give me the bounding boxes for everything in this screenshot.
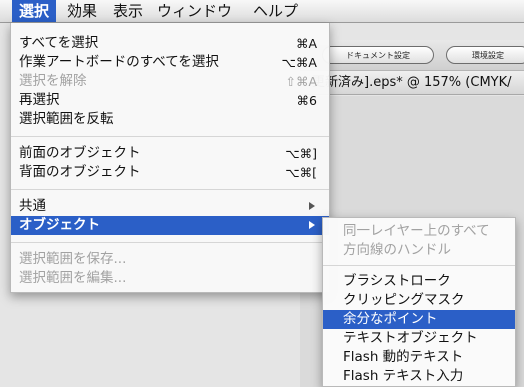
object-submenu: 同一レイヤー上のすべて 方向線のハンドル ブラシストローク クリッピングマスク … [322,217,516,387]
submenu-item-direction-handles: 方向線のハンドル [323,241,515,260]
menu-separator [11,189,329,190]
menu-item-label: 作業アートボードのすべてを選択 [19,54,219,70]
submenu-item-all-on-same-layer: 同一レイヤー上のすべて [323,222,515,241]
menu-item-reselect[interactable]: 再選択 ⌘6 [11,91,329,110]
menu-item-next-object-above[interactable]: 前面のオブジェクト ⌥⌘] [11,144,329,163]
menu-item-label: 再選択 [19,92,60,108]
submenu-item-label: 余分なポイント [343,311,438,327]
menu-item-deselect: 選択を解除 ⇧⌘A [11,72,329,91]
menu-item-edit-selection: 選択範囲を編集... [11,269,329,288]
menu-item-label: 選択範囲を保存... [19,251,127,267]
document-tab[interactable]: 更新済み].eps* @ 157% (CMYK/ [300,71,524,95]
menu-item-same[interactable]: 共通 [11,197,329,216]
submenu-item-label: ブラシストローク [343,273,451,289]
select-menu-dropdown: すべてを選択 ⌘A 作業アートボードのすべてを選択 ⌥⌘A 選択を解除 ⇧⌘A … [10,23,330,293]
menu-item-label: オブジェクト [19,217,100,233]
submenu-item-label: Flash 動的テキスト [343,349,464,365]
menu-item-label: すべてを選択 [19,35,99,51]
menu-item-shortcut: ⌥⌘A [281,55,317,70]
menu-bar: 選択 効果 表示 ウィンドウ ヘルプ [0,0,524,23]
menu-item-select-all-artboard[interactable]: 作業アートボードのすべてを選択 ⌥⌘A [11,53,329,72]
menu-item-label: 共通 [19,198,46,214]
menu-item-shortcut: ⌥⌘] [285,146,317,161]
document-tab-title: 更新済み].eps* @ 157% (CMYK/ [312,75,512,90]
submenu-item-brush-strokes[interactable]: ブラシストローク [323,272,515,291]
submenu-arrow-icon [309,202,315,210]
menu-item-select-all[interactable]: すべてを選択 ⌘A [11,34,329,53]
menu-effect[interactable]: 効果 [60,0,104,22]
submenu-item-text-objects[interactable]: テキストオブジェクト [323,329,515,348]
menu-separator [11,136,329,137]
submenu-item-label: テキストオブジェクト [343,330,478,346]
submenu-arrow-icon [309,221,315,229]
menu-view[interactable]: 表示 [106,0,150,22]
menu-separator [11,242,329,243]
menu-item-label: 選択範囲を編集... [19,270,127,286]
menu-item-label: 選択範囲を反転 [19,111,114,127]
submenu-item-flash-input-text[interactable]: Flash テキスト入力 [323,367,515,386]
document-settings-button[interactable]: ドキュメント設定 [322,46,434,64]
control-toolbar: ドキュメント設定 環境設定 [300,40,524,71]
submenu-item-label: クリッピングマスク [343,292,465,308]
preferences-button[interactable]: 環境設定 [446,46,524,64]
menu-item-shortcut: ⌥⌘[ [285,165,317,180]
menu-item-shortcut: ⌘6 [296,93,317,108]
submenu-item-label: Flash テキスト入力 [343,368,464,384]
menu-separator [323,265,515,266]
menu-item-label: 背面のオブジェクト [19,164,141,180]
menu-item-label: 選択を解除 [19,73,87,89]
menu-item-shortcut: ⇧⌘A [285,74,317,89]
submenu-item-stray-points[interactable]: 余分なポイント [323,310,515,329]
menu-select[interactable]: 選択 [12,0,57,22]
menu-item-object[interactable]: オブジェクト [11,216,329,235]
submenu-item-label: 方向線のハンドル [343,242,451,258]
menu-window[interactable]: ウィンドウ [150,0,239,22]
menu-item-next-object-below[interactable]: 背面のオブジェクト ⌥⌘[ [11,163,329,182]
submenu-item-label: 同一レイヤー上のすべて [343,223,490,239]
submenu-item-flash-dynamic-text[interactable]: Flash 動的テキスト [323,348,515,367]
submenu-item-clipping-masks[interactable]: クリッピングマスク [323,291,515,310]
menu-item-shortcut: ⌘A [295,36,317,51]
menu-item-label: 前面のオブジェクト [19,145,141,161]
menu-item-inverse[interactable]: 選択範囲を反転 [11,110,329,129]
menu-help[interactable]: ヘルプ [246,0,305,22]
menu-item-save-selection: 選択範囲を保存... [11,250,329,269]
